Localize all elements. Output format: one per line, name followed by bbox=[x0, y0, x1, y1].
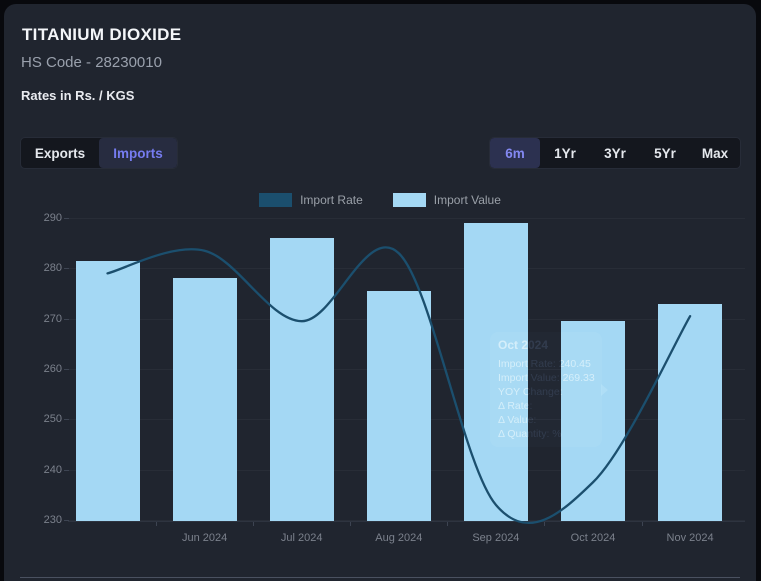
x-tick-mark bbox=[156, 522, 157, 526]
tooltip-line: Import Rate: 240.45 bbox=[498, 357, 594, 371]
import-rate-swatch-icon bbox=[259, 193, 292, 207]
y-tick-label: 290 bbox=[28, 212, 62, 224]
y-tick-label: 270 bbox=[28, 313, 62, 325]
tooltip-lines: Import Rate: 240.45Import Value: 269.33Y… bbox=[498, 357, 594, 441]
bottom-divider bbox=[20, 577, 740, 578]
commodity-rates-card: TITANIUM DIOXIDE HS Code - 28230010 Rate… bbox=[4, 4, 756, 581]
x-tick-mark bbox=[253, 522, 254, 526]
tab-exports[interactable]: Exports bbox=[21, 138, 99, 168]
time-range-selector: 6m 1Yr 3Yr 5Yr Max bbox=[489, 137, 741, 169]
import-value-bar[interactable] bbox=[76, 261, 140, 521]
y-tick-mark bbox=[64, 520, 69, 521]
rates-unit-note: Rates in Rs. / KGS bbox=[21, 88, 134, 103]
range-max[interactable]: Max bbox=[690, 138, 740, 168]
x-axis-month-label: Nov 2024 bbox=[650, 532, 730, 544]
range-5yr[interactable]: 5Yr bbox=[640, 138, 690, 168]
tooltip-line: Δ Value: bbox=[498, 413, 594, 427]
y-tick-mark bbox=[64, 470, 69, 471]
exports-imports-tabs: Exports Imports bbox=[20, 137, 178, 169]
y-tick-label: 230 bbox=[28, 514, 62, 526]
y-tick-label: 260 bbox=[28, 363, 62, 375]
tooltip-line: Import Value: 269.33 bbox=[498, 371, 594, 385]
y-tick-mark bbox=[64, 218, 69, 219]
chart-tooltip: Oct 2024 Import Rate: 240.45Import Value… bbox=[490, 332, 602, 447]
range-3yr[interactable]: 3Yr bbox=[590, 138, 640, 168]
x-tick-mark bbox=[642, 522, 643, 526]
hs-code-subtitle: HS Code - 28230010 bbox=[21, 54, 162, 71]
legend-label: Import Rate bbox=[300, 193, 363, 207]
tooltip-line: Δ Quantity: % bbox=[498, 427, 594, 441]
y-tick-mark bbox=[64, 419, 69, 420]
legend-item-import-value[interactable]: Import Value bbox=[393, 193, 501, 207]
tooltip-arrow-icon bbox=[601, 384, 608, 396]
import-value-bar[interactable] bbox=[658, 304, 722, 521]
y-gridline bbox=[68, 268, 745, 269]
import-value-bar[interactable] bbox=[367, 291, 431, 521]
tooltip-title: Oct 2024 bbox=[498, 338, 594, 353]
x-tick-mark bbox=[350, 522, 351, 526]
y-tick-label: 250 bbox=[28, 413, 62, 425]
range-6m[interactable]: 6m bbox=[490, 138, 540, 168]
x-axis-month-label: Oct 2024 bbox=[553, 532, 633, 544]
x-axis-month-label: Aug 2024 bbox=[359, 532, 439, 544]
chart-legend: Import Rate Import Value bbox=[4, 193, 756, 207]
import-value-swatch-icon bbox=[393, 193, 426, 207]
legend-label: Import Value bbox=[434, 193, 501, 207]
x-axis-month-label: Jun 2024 bbox=[165, 532, 245, 544]
y-tick-label: 280 bbox=[28, 262, 62, 274]
y-tick-mark bbox=[64, 369, 69, 370]
x-axis-line bbox=[68, 521, 745, 522]
y-tick-mark bbox=[64, 319, 69, 320]
x-axis-month-label: Sep 2024 bbox=[456, 532, 536, 544]
import-value-bar[interactable] bbox=[270, 238, 334, 521]
tooltip-line: Δ Rate: bbox=[498, 399, 594, 413]
x-tick-mark bbox=[544, 522, 545, 526]
page-title: TITANIUM DIOXIDE bbox=[22, 25, 181, 45]
x-tick-mark bbox=[447, 522, 448, 526]
y-tick-mark bbox=[64, 268, 69, 269]
x-axis-month-label: Jul 2024 bbox=[262, 532, 342, 544]
tab-imports[interactable]: Imports bbox=[99, 138, 177, 168]
range-1yr[interactable]: 1Yr bbox=[540, 138, 590, 168]
y-tick-label: 240 bbox=[28, 464, 62, 476]
import-value-bar[interactable] bbox=[173, 278, 237, 521]
legend-item-import-rate[interactable]: Import Rate bbox=[259, 193, 363, 207]
tooltip-line: YOY Change: bbox=[498, 385, 594, 399]
y-gridline bbox=[68, 218, 745, 219]
